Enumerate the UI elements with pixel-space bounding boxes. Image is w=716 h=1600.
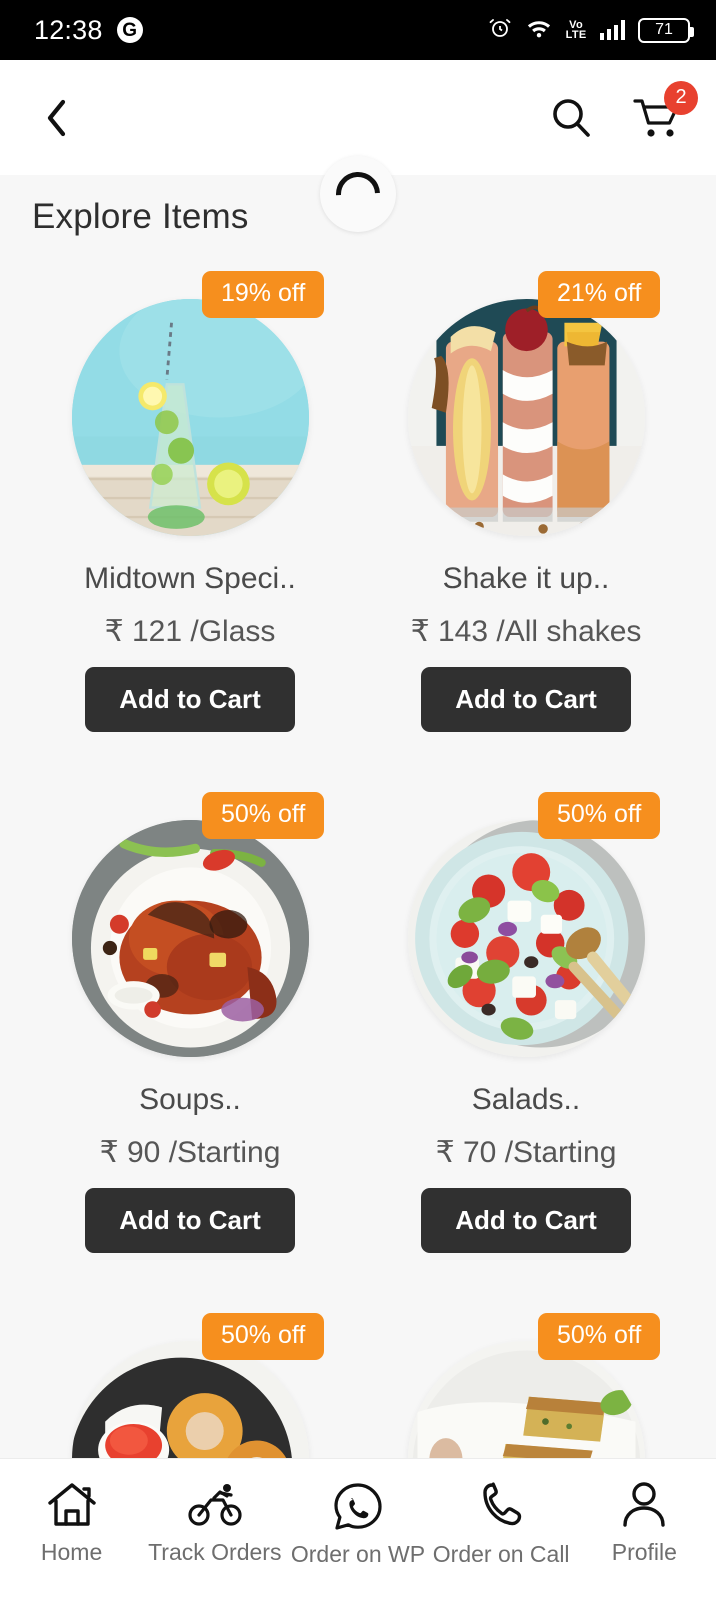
product-price: ₹ 121 /Glass [104, 615, 276, 648]
discount-badge: 50% off [202, 792, 325, 839]
product-title: Salads.. [471, 1083, 581, 1116]
search-icon [553, 98, 590, 137]
add-to-cart-button[interactable]: Add to Cart [421, 667, 631, 732]
items-grid: 19% off Midtown Speci.. ₹ 121 /Glass Add… [0, 237, 716, 1458]
discount-badge: 50% off [202, 1313, 325, 1360]
greek-salad-photo [407, 820, 645, 1057]
phone-icon [483, 1482, 522, 1526]
product-image[interactable] [71, 820, 309, 1057]
alarm-icon [488, 16, 512, 45]
volte-icon: Vo LTE [565, 19, 587, 41]
items-scroll-area[interactable]: Explore Items 19% off Midtown Speci.. ₹ … [0, 175, 716, 1458]
status-bar: 12:38 G Vo LTE 71 [0, 0, 716, 60]
whatsapp-icon [334, 1483, 382, 1530]
tandoori-chicken-photo [71, 820, 309, 1057]
add-to-cart-button[interactable]: Add to Cart [421, 1188, 631, 1253]
discount-badge: 50% off [538, 1313, 661, 1360]
add-to-cart-button[interactable]: Add to Cart [85, 1188, 295, 1253]
add-to-cart-button[interactable]: Add to Cart [85, 667, 295, 732]
product-title: Shake it up.. [442, 562, 610, 595]
back-button[interactable] [34, 95, 80, 141]
wifi-icon [525, 16, 553, 45]
person-icon [623, 1482, 666, 1527]
product-image[interactable] [407, 820, 645, 1057]
app-bar: 2 [0, 60, 716, 232]
nav-label: Order on Call [432, 1541, 570, 1567]
bicycle-icon [188, 1484, 242, 1526]
product-image[interactable] [71, 299, 309, 536]
product-card[interactable]: 50% off [22, 1313, 358, 1458]
product-price: ₹ 70 /Starting [435, 1136, 617, 1169]
nav-label: Order on WP [290, 1541, 426, 1567]
signal-bars-icon [599, 20, 625, 40]
product-card[interactable]: 50% off [22, 792, 358, 1313]
product-image[interactable] [407, 299, 645, 536]
discount-badge: 50% off [538, 792, 661, 839]
home-icon [47, 1483, 96, 1526]
app-bar-actions: 2 [548, 80, 698, 141]
loading-spinner-icon [326, 162, 390, 226]
milkshakes-photo [407, 299, 645, 536]
product-card[interactable]: 50% off [358, 792, 694, 1313]
battery-icon: 71 [638, 17, 694, 43]
product-title: Midtown Speci.. [84, 562, 296, 595]
google-app-icon: G [116, 17, 143, 43]
discount-badge: 21% off [538, 271, 661, 318]
nav-item-order-on-call[interactable]: Order on Call [431, 1481, 571, 1568]
nav-label: Track Orders [148, 1539, 282, 1565]
nav-item-profile[interactable]: Profile [574, 1481, 714, 1566]
status-time: 12:38 [34, 14, 103, 45]
search-button[interactable] [548, 95, 594, 141]
nav-item-track-orders[interactable]: Track Orders [145, 1481, 285, 1566]
nav-label: Profile [611, 1539, 677, 1565]
product-price: ₹ 143 /All shakes [410, 615, 642, 648]
status-bar-left: 12:38 G [34, 15, 143, 46]
product-title: Soups.. [139, 1083, 241, 1116]
cart-button[interactable]: 2 [632, 80, 698, 141]
product-card[interactable]: 21% off Shake it up.. ₹ 143 /All shakes … [358, 271, 694, 792]
product-card[interactable]: 50% off [358, 1313, 694, 1458]
bottom-navigation: Home Track Orders Order on WP Order on C… [0, 1458, 716, 1600]
status-bar-right: Vo LTE 71 [488, 16, 694, 45]
discount-badge: 19% off [202, 271, 325, 318]
loading-spinner [320, 156, 396, 232]
mojito-drink-photo [71, 299, 309, 536]
nav-label: Home [40, 1539, 103, 1565]
nav-item-home[interactable]: Home [2, 1481, 142, 1566]
product-price: ₹ 90 /Starting [99, 1136, 281, 1169]
cart-count-badge: 2 [664, 80, 698, 115]
nav-item-order-on-wp[interactable]: Order on WP [288, 1481, 428, 1568]
product-card[interactable]: 19% off Midtown Speci.. ₹ 121 /Glass Add… [22, 271, 358, 792]
back-chevron-icon [47, 99, 66, 136]
battery-level: 71 [655, 21, 673, 38]
